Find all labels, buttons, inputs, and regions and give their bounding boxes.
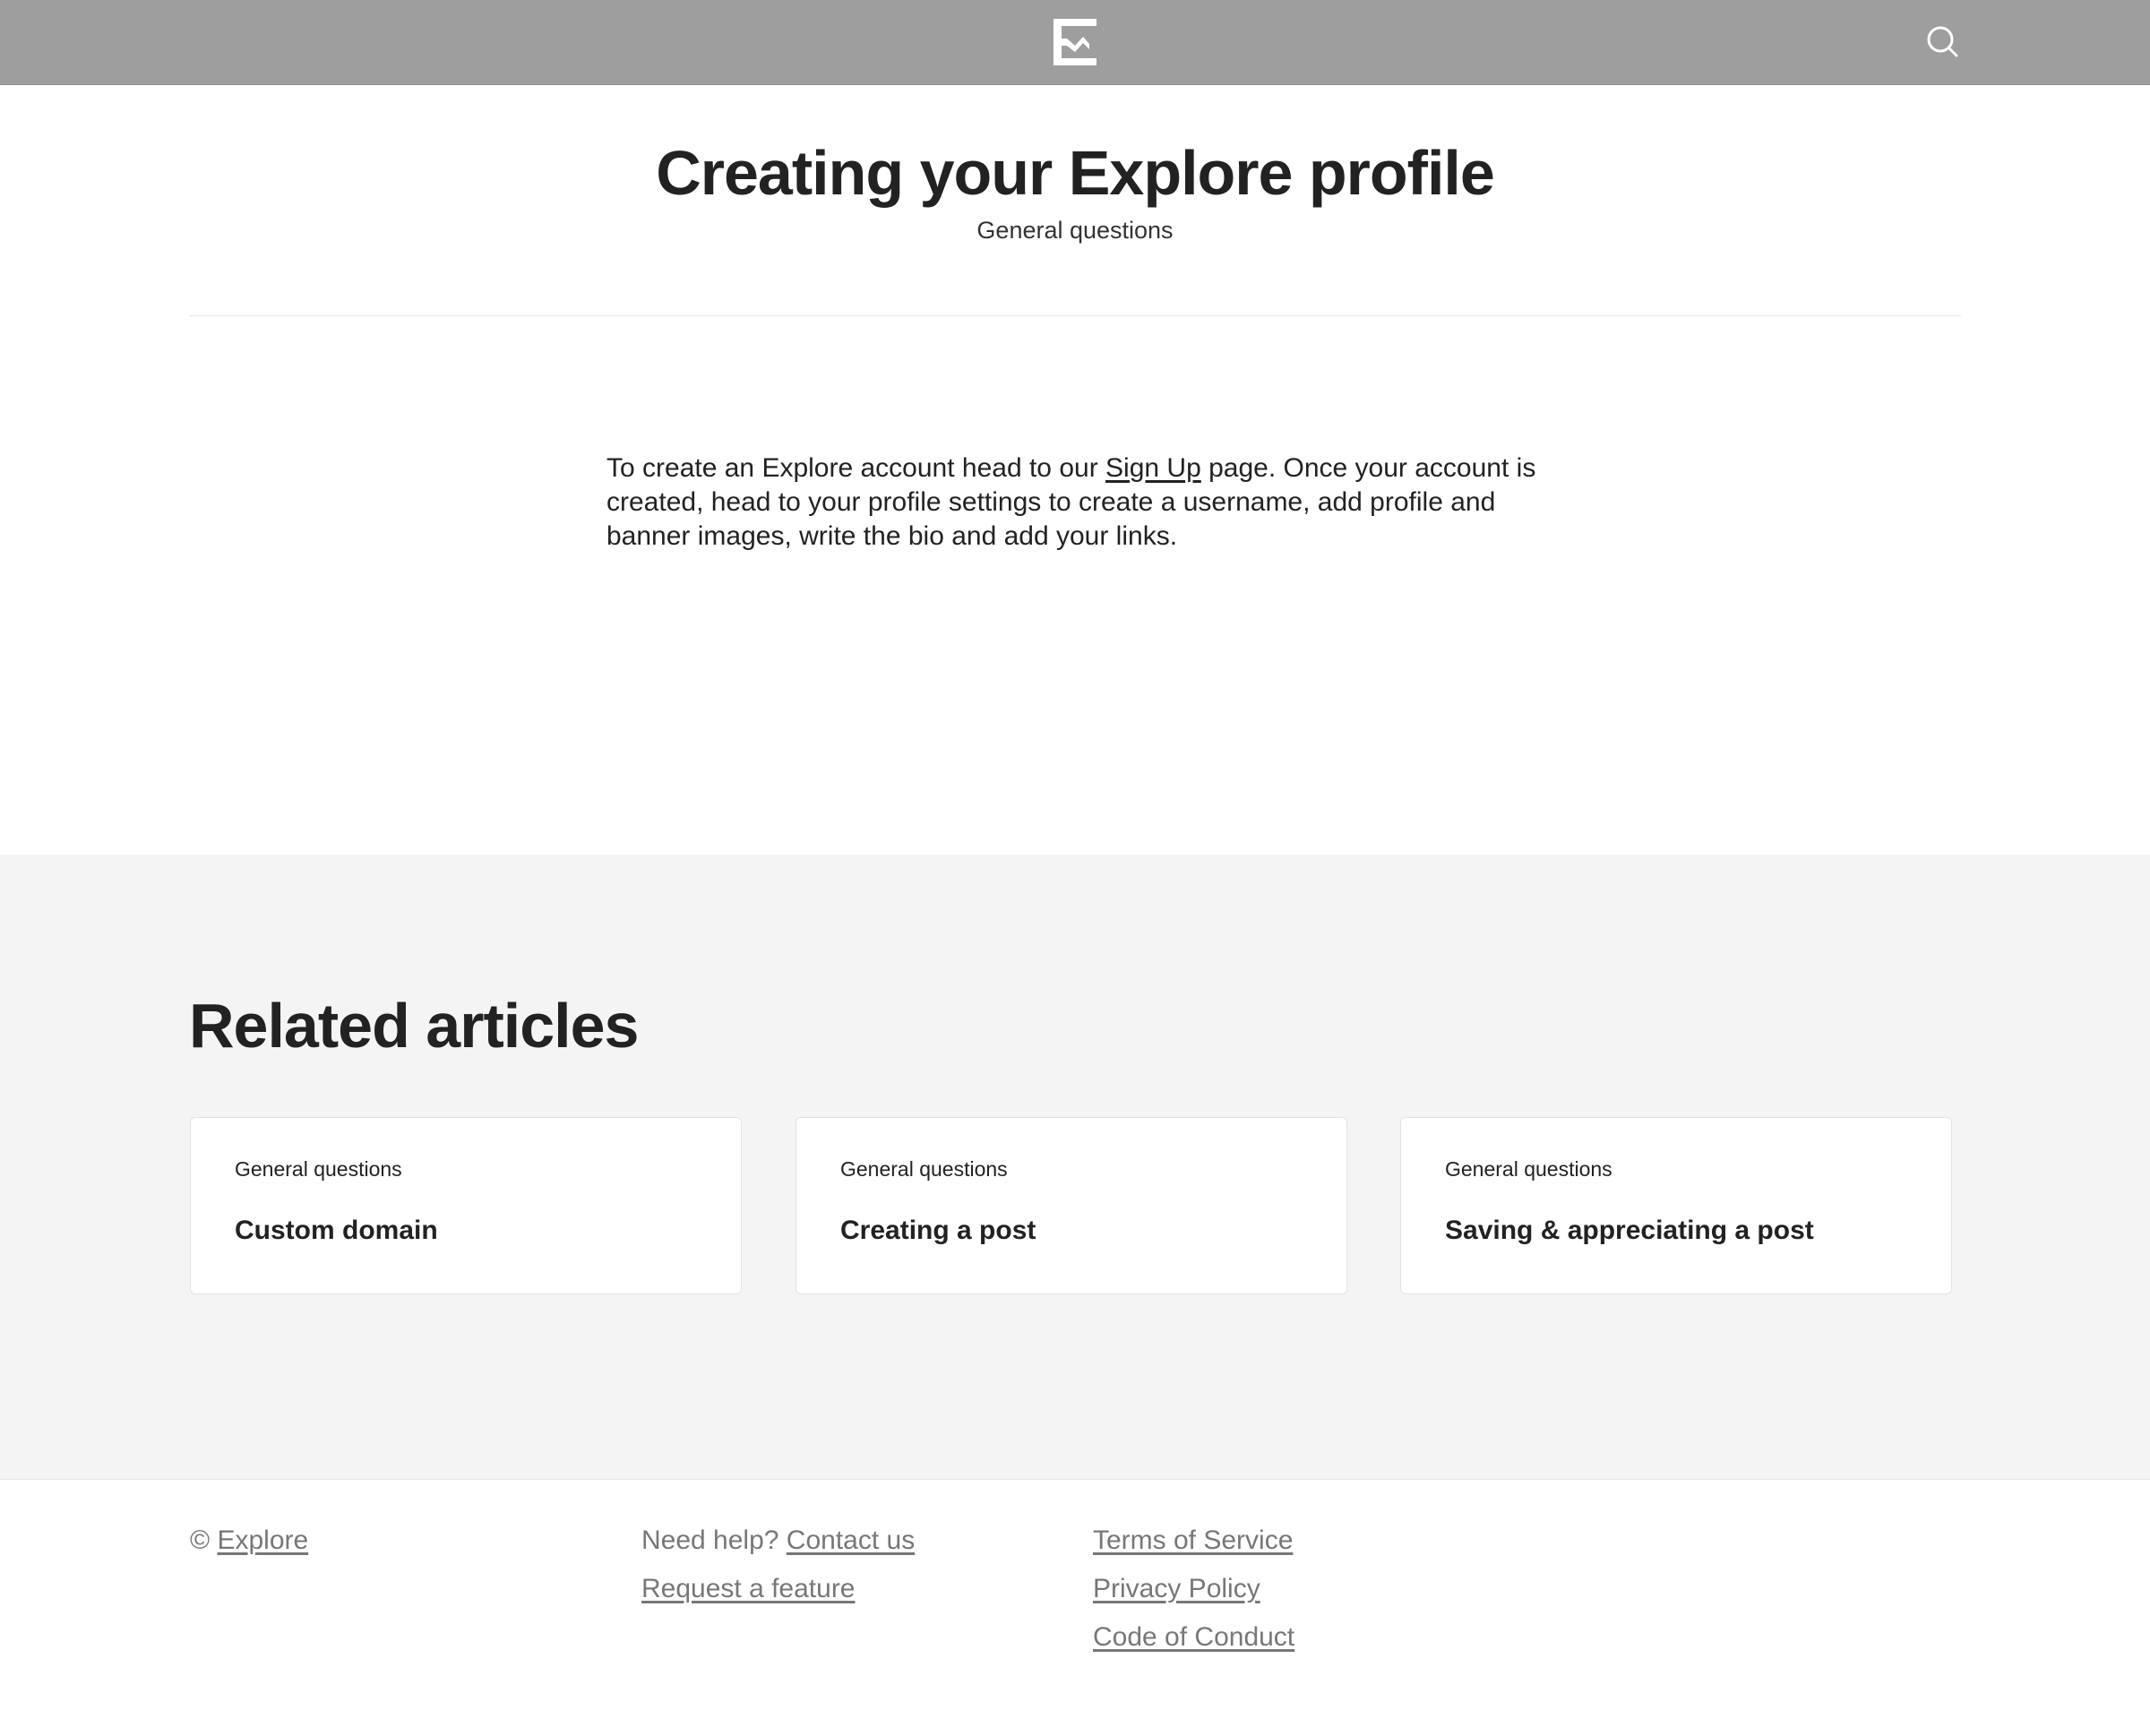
- divider: [189, 315, 1961, 316]
- contact-us-link[interactable]: Contact us: [787, 1525, 915, 1555]
- terms-of-service-link[interactable]: Terms of Service: [1093, 1525, 1293, 1555]
- need-help-text: Need help?: [641, 1525, 787, 1555]
- page-title: Creating your Explore profile: [656, 138, 1495, 208]
- search-icon[interactable]: [1922, 21, 1964, 63]
- copyright-symbol: ©: [190, 1525, 218, 1555]
- top-bar: [0, 0, 2150, 85]
- card-category: General questions: [235, 1157, 402, 1181]
- article-category: General questions: [976, 217, 1174, 244]
- privacy-policy-link[interactable]: Privacy Policy: [1093, 1574, 1260, 1603]
- related-article-card-creating-a-post[interactable]: General questions Creating a post: [796, 1117, 1347, 1294]
- request-feature-link[interactable]: Request a feature: [641, 1574, 856, 1603]
- card-title: Custom domain: [235, 1216, 438, 1245]
- search-icon-graphic: [1927, 26, 1958, 57]
- footer-column-brand: © Explore: [190, 1523, 308, 1571]
- code-of-conduct-link[interactable]: Code of Conduct: [1093, 1622, 1294, 1652]
- card-title: Saving & appreciating a post: [1445, 1216, 1814, 1245]
- footer-column-help: Need help? Contact us Request a feature: [641, 1523, 915, 1620]
- related-articles-heading: Related articles: [189, 991, 639, 1061]
- related-article-card-custom-domain[interactable]: General questions Custom domain: [190, 1117, 742, 1294]
- sign-up-link[interactable]: Sign Up: [1105, 453, 1201, 483]
- explore-logo-icon-graphic: [1054, 19, 1096, 65]
- footer-explore-link[interactable]: Explore: [217, 1525, 308, 1555]
- card-category: General questions: [840, 1157, 1008, 1181]
- footer-column-legal: Terms of Service Privacy Policy Code of …: [1093, 1523, 1294, 1668]
- article-body-text-start: To create an Explore account head to our: [606, 453, 1106, 483]
- related-article-card-saving-appreciating[interactable]: General questions Saving & appreciating …: [1400, 1117, 1952, 1294]
- article-body: To create an Explore account head to our…: [606, 451, 1547, 554]
- card-category: General questions: [1445, 1157, 1612, 1181]
- explore-logo-icon[interactable]: [1054, 19, 1096, 65]
- card-title: Creating a post: [840, 1216, 1036, 1245]
